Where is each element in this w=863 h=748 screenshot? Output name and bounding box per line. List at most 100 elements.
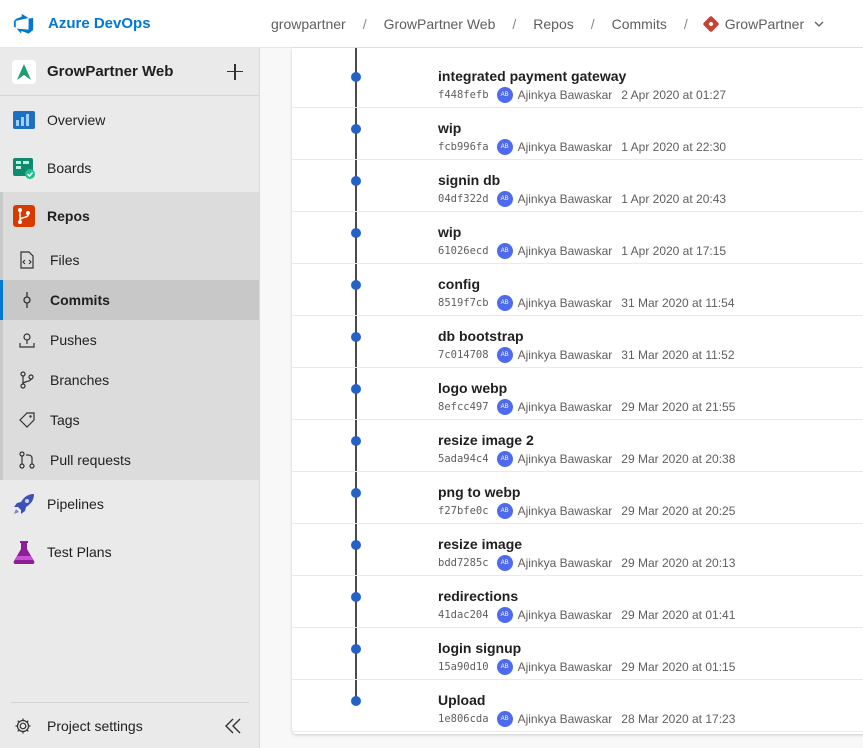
commit-node-icon — [351, 488, 361, 498]
commit-message[interactable]: integrated payment gateway — [438, 68, 626, 84]
commit-row[interactable]: db bootstrap 7c014708 AB Ajinkya Bawaskar 31… — [292, 316, 863, 368]
commit-date: 2 Apr 2020 at 01:27 — [621, 88, 727, 102]
commit-row[interactable]: logo webp 8efcc497 AB Ajinkya Bawaskar 29 Ma… — [292, 368, 863, 420]
commit-message[interactable]: config — [438, 276, 480, 292]
avatar: AB — [496, 295, 513, 311]
breadcrumb-org[interactable]: growpartner — [271, 16, 346, 32]
collapse-sidebar-icon[interactable] — [223, 716, 243, 736]
commit-message[interactable]: png to webp — [438, 484, 520, 500]
commit-meta: 1e806cda AB Ajinkya Bawaskar 28 Mar 2020 at… — [438, 711, 735, 727]
avatar: AB — [496, 139, 513, 155]
commit-author: Ajinkya Bawaskar — [517, 400, 613, 414]
app-name: Azure DevOps — [48, 15, 151, 32]
commit-date: 31 Mar 2020 at 11:54 — [621, 296, 735, 310]
commit-node-icon — [351, 228, 361, 238]
commit-meta: 7c014708 AB Ajinkya Bawaskar 31 Mar 2020 at… — [438, 347, 735, 363]
commit-message[interactable]: logo webp — [438, 380, 507, 396]
commit-sha[interactable]: bdd7285c — [438, 557, 489, 569]
commit-sha[interactable]: 04df322d — [438, 193, 489, 205]
commit-message[interactable]: resize image — [438, 536, 522, 552]
commit-message[interactable]: Upload — [438, 692, 485, 708]
brand[interactable]: Azure DevOps — [0, 13, 259, 35]
commit-sha[interactable]: fcb996fa — [438, 141, 489, 153]
commit-row[interactable]: config 8519f7cb AB Ajinkya Bawaskar 31 Mar 2… — [292, 264, 863, 316]
breadcrumb-section[interactable]: Repos — [533, 16, 573, 32]
commit-sha[interactable]: 7c014708 — [438, 349, 489, 361]
commits-icon — [17, 290, 37, 310]
commit-node-icon — [351, 72, 361, 82]
commit-sha[interactable]: 1e806cda — [438, 713, 489, 725]
commit-date: 1 Apr 2020 at 17:15 — [621, 244, 727, 258]
commit-row[interactable]: redirections 41dac204 AB Ajinkya Bawaskar 29… — [292, 576, 863, 628]
commit-message[interactable]: resize image 2 — [438, 432, 534, 448]
commit-list: integrated payment gateway f448fefb AB Ajin… — [292, 48, 863, 734]
commit-message[interactable]: wip — [438, 120, 461, 136]
sidebar-subitem-pull-requests[interactable]: Pull requests — [3, 440, 259, 480]
commit-sha[interactable]: f27bfe0c — [438, 505, 489, 517]
sidebar-subitem-tags[interactable]: Tags — [3, 400, 259, 440]
breadcrumb-separator: / — [512, 15, 517, 32]
sidebar: GrowPartner Web Overview Boards Repos Fi… — [0, 48, 260, 748]
git-repo-icon — [702, 15, 720, 32]
sidebar-subitem-commits[interactable]: Commits — [0, 280, 259, 320]
commit-node-icon — [351, 176, 361, 186]
commit-date: 29 Mar 2020 at 01:41 — [621, 608, 736, 622]
test-plans-icon — [12, 540, 36, 564]
breadcrumb-project[interactable]: GrowPartner Web — [384, 16, 496, 32]
sidebar-item-label: Pipelines — [47, 496, 104, 512]
add-icon[interactable] — [225, 62, 245, 82]
commit-author: Ajinkya Bawaskar — [517, 608, 613, 622]
breadcrumb-page[interactable]: Commits — [612, 16, 667, 32]
sidebar-subitem-pushes[interactable]: Pushes — [3, 320, 259, 360]
repos-group: Repos Files Commits Pushes Branches Tags… — [0, 192, 259, 480]
commit-sha[interactable]: 41dac204 — [438, 609, 489, 621]
sidebar-item-boards[interactable]: Boards — [0, 144, 259, 192]
sidebar-item-label: Commits — [50, 292, 110, 308]
boards-icon — [12, 156, 36, 180]
commit-row[interactable]: png to webp f27bfe0c AB Ajinkya Bawaskar 29 … — [292, 472, 863, 524]
commit-sha[interactable]: 61026ecd — [438, 245, 489, 257]
project-settings-link[interactable]: Project settings — [47, 718, 223, 734]
pull-requests-icon — [17, 450, 37, 470]
sidebar-item-label: Tags — [50, 412, 80, 428]
commit-message[interactable]: redirections — [438, 588, 518, 604]
project-name: GrowPartner Web — [47, 63, 174, 80]
sidebar-item-pipelines[interactable]: Pipelines — [0, 480, 259, 528]
commit-row[interactable]: wip fcb996fa AB Ajinkya Bawaskar 1 Apr 2020 … — [292, 108, 863, 160]
commit-row[interactable]: resize image bdd7285c AB Ajinkya Bawaskar 29… — [292, 524, 863, 576]
commit-sha[interactable]: 15a90d10 — [438, 661, 489, 673]
avatar: AB — [496, 347, 513, 363]
commit-row[interactable]: signin db 04df322d AB Ajinkya Bawaskar 1 Apr… — [292, 160, 863, 212]
azure-devops-logo-icon — [13, 13, 34, 34]
commit-row[interactable]: login signup 15a90d10 AB Ajinkya Bawaskar 29… — [292, 628, 863, 680]
avatar: AB — [496, 503, 513, 519]
commit-sha[interactable]: 8efcc497 — [438, 401, 489, 413]
commit-row[interactable]: Upload 1e806cda AB Ajinkya Bawaskar 28 Mar 2… — [292, 680, 863, 732]
avatar: AB — [496, 555, 513, 571]
commit-meta: bdd7285c AB Ajinkya Bawaskar 29 Mar 2020 at… — [438, 555, 735, 571]
sidebar-item-overview[interactable]: Overview — [0, 96, 259, 144]
commit-sha[interactable]: 5ada94c4 — [438, 453, 489, 465]
chevron-down-icon — [814, 21, 824, 27]
commit-meta: 61026ecd AB Ajinkya Bawaskar 1 Apr 2020 at … — [438, 243, 726, 259]
commit-node-icon — [351, 384, 361, 394]
commit-row[interactable]: wip 61026ecd AB Ajinkya Bawaskar 1 Apr 2020 … — [292, 212, 863, 264]
commit-node-icon — [351, 280, 361, 290]
repo-selector[interactable]: GrowPartner — [702, 15, 824, 32]
commit-message[interactable]: login signup — [438, 640, 521, 656]
commit-message[interactable]: db bootstrap — [438, 328, 524, 344]
commit-sha[interactable]: f448fefb — [438, 89, 489, 101]
sidebar-subitem-branches[interactable]: Branches — [3, 360, 259, 400]
commit-row[interactable]: integrated payment gateway f448fefb AB Ajin… — [292, 56, 863, 108]
sidebar-subitem-files[interactable]: Files — [3, 240, 259, 280]
commit-meta: fcb996fa AB Ajinkya Bawaskar 1 Apr 2020 at … — [438, 139, 726, 155]
commit-message[interactable]: wip — [438, 224, 461, 240]
commit-sha[interactable]: 8519f7cb — [438, 297, 489, 309]
sidebar-item-repos[interactable]: Repos — [3, 192, 259, 240]
commit-author: Ajinkya Bawaskar — [517, 348, 613, 362]
project-header[interactable]: GrowPartner Web — [0, 48, 259, 96]
commit-row[interactable]: resize image 2 5ada94c4 AB Ajinkya Bawaskar… — [292, 420, 863, 472]
commit-message[interactable]: signin db — [438, 172, 500, 188]
sidebar-item-test-plans[interactable]: Test Plans — [0, 528, 259, 576]
pushes-icon — [17, 330, 37, 350]
